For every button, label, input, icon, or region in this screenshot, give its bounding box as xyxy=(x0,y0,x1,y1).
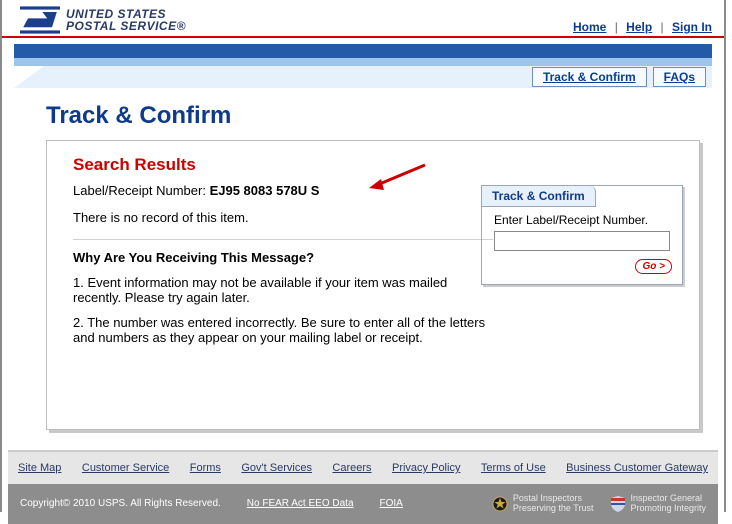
label-prefix: Label/Receipt Number: xyxy=(73,183,210,198)
label-number-input[interactable] xyxy=(494,231,670,251)
footer-privacy[interactable]: Privacy Policy xyxy=(392,462,460,474)
results-panel: Search Results Label/Receipt Number: EJ9… xyxy=(46,140,700,430)
footer-careers[interactable]: Careers xyxy=(332,462,371,474)
footer-bcg[interactable]: Business Customer Gateway xyxy=(566,462,708,474)
footer-terms[interactable]: Terms of Use xyxy=(481,462,546,474)
help-link[interactable]: Help xyxy=(626,20,652,34)
star-badge-icon xyxy=(492,496,508,512)
footer-gov[interactable]: Gov't Services xyxy=(241,462,312,474)
brand-line2: POSTAL SERVICE® xyxy=(66,20,186,32)
track-sidebar-title: Track & Confirm xyxy=(482,186,596,207)
footer-dark-bar: Copyright© 2010 USPS. All Rights Reserve… xyxy=(8,484,718,524)
shield-icon xyxy=(611,496,625,512)
postal-inspectors-badge[interactable]: Postal InspectorsPreserving the Trust xyxy=(492,494,594,514)
page-title: Track & Confirm xyxy=(46,102,724,130)
enter-label-prompt: Enter Label/Receipt Number. xyxy=(494,213,672,227)
tab-faqs[interactable]: FAQs xyxy=(653,67,706,87)
header-redline xyxy=(2,36,724,38)
footer-customer[interactable]: Customer Service xyxy=(82,462,169,474)
footer-sitemap[interactable]: Site Map xyxy=(18,462,61,474)
tab-track-confirm[interactable]: Track & Confirm xyxy=(532,67,647,87)
go-button[interactable]: Go > xyxy=(635,259,672,274)
nav-bar-tabs: Track & Confirm FAQs xyxy=(14,66,712,88)
signin-link[interactable]: Sign In xyxy=(672,20,712,34)
inspector-general-badge[interactable]: Inspector GeneralPromoting Integrity xyxy=(611,494,706,514)
eagle-icon xyxy=(20,6,60,34)
home-link[interactable]: Home xyxy=(573,20,606,34)
footer-forms[interactable]: Forms xyxy=(190,462,221,474)
footer-nofear[interactable]: No FEAR Act EEO Data xyxy=(247,498,354,509)
divider xyxy=(73,239,493,240)
reason-1: 1. Event information may not be availabl… xyxy=(73,275,493,305)
results-heading: Search Results xyxy=(73,155,683,175)
top-nav: Home | Help | Sign In xyxy=(573,20,712,34)
nav-bar-secondary xyxy=(14,58,712,66)
reason-2: 2. The number was entered incorrectly. B… xyxy=(73,315,493,345)
footer-links-bar: Site Map Customer Service Forms Gov't Se… xyxy=(8,450,718,484)
label-number: EJ95 8083 578U S xyxy=(210,183,320,198)
nav-bar-primary xyxy=(14,44,712,58)
footer-foia[interactable]: FOIA xyxy=(380,498,403,509)
usps-logo: UNITED STATES POSTAL SERVICE® xyxy=(20,6,186,34)
copyright-text: Copyright© 2010 USPS. All Rights Reserve… xyxy=(20,498,221,509)
track-sidebar: Track & Confirm Enter Label/Receipt Numb… xyxy=(481,185,683,285)
